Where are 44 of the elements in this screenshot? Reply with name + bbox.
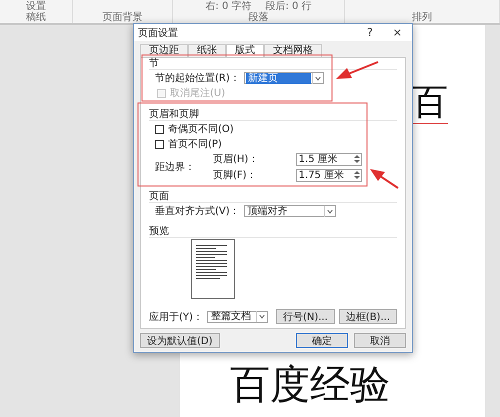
dialog-button[interactable]: 行号(N)... bbox=[276, 309, 335, 324]
field-label: 页眉(H)： bbox=[213, 153, 260, 166]
annotation-arrow bbox=[370, 169, 399, 189]
field-label: 节的起始位置(R)： bbox=[155, 72, 240, 85]
ribbon-group-label: 页面背景 bbox=[102, 12, 142, 23]
annotation-arrow bbox=[336, 61, 378, 79]
page-preview-drawing bbox=[191, 239, 235, 299]
caret-icon bbox=[312, 72, 323, 84]
ribbon-group-label: 稿纸 bbox=[26, 12, 46, 23]
caret-icon bbox=[324, 206, 335, 216]
field-label: 应用于(Y)： bbox=[149, 310, 203, 324]
caret-icon bbox=[256, 311, 267, 322]
checkbox-label: 奇偶页不同(O) bbox=[168, 123, 234, 136]
field-label: 垂直对齐方式(V)： bbox=[155, 204, 240, 218]
section-start-dropdown[interactable]: 新建页 bbox=[244, 72, 324, 84]
ribbon-label[interactable]: 段后: 0 行 bbox=[266, 0, 312, 12]
dialog-button[interactable]: 设为默认值(D) bbox=[140, 333, 220, 348]
alignment-dropdown[interactable]: 顶端对齐 bbox=[244, 205, 336, 217]
checkbox[interactable] bbox=[155, 124, 164, 134]
group-heading: 页眉和页脚 bbox=[149, 109, 397, 121]
help-button[interactable]: ? bbox=[360, 26, 379, 39]
checkbox-label: 首页不同(P) bbox=[168, 138, 222, 151]
dialog-button[interactable]: 边框(B)... bbox=[338, 309, 397, 324]
spinner-arrows-icon[interactable] bbox=[352, 170, 361, 180]
apply-to-dropdown[interactable]: 整篇文档 bbox=[206, 310, 268, 322]
ribbon-group-label: 排列 bbox=[412, 12, 432, 23]
heading-text: 百度经验 bbox=[230, 361, 390, 409]
field-label: 距边界： bbox=[155, 160, 196, 174]
close-button[interactable]: × bbox=[386, 26, 408, 39]
spinner-field[interactable]: 1.75 厘米 bbox=[296, 168, 362, 182]
ribbon-group-label: 段落 bbox=[248, 12, 268, 23]
dialog-title: 页面设置 bbox=[138, 26, 179, 40]
group-heading: 节 bbox=[149, 58, 397, 70]
spinner-field[interactable]: 1.5 厘米 bbox=[296, 152, 362, 166]
dialog-button[interactable]: 取消 bbox=[354, 333, 406, 348]
checkbox-label: 取消尾注(U) bbox=[170, 86, 226, 100]
checkbox[interactable] bbox=[155, 140, 164, 148]
ribbon-label[interactable]: 设置 bbox=[26, 0, 46, 12]
ribbon-label[interactable]: 右: 0 字符 bbox=[205, 0, 252, 12]
group-heading: 页面 bbox=[149, 191, 397, 203]
field-label: 页脚(F)： bbox=[213, 168, 258, 182]
spinner-arrows-icon[interactable] bbox=[352, 154, 361, 164]
group-heading: 预览 bbox=[149, 226, 397, 238]
dialog-button[interactable]: 确定 bbox=[296, 333, 348, 348]
